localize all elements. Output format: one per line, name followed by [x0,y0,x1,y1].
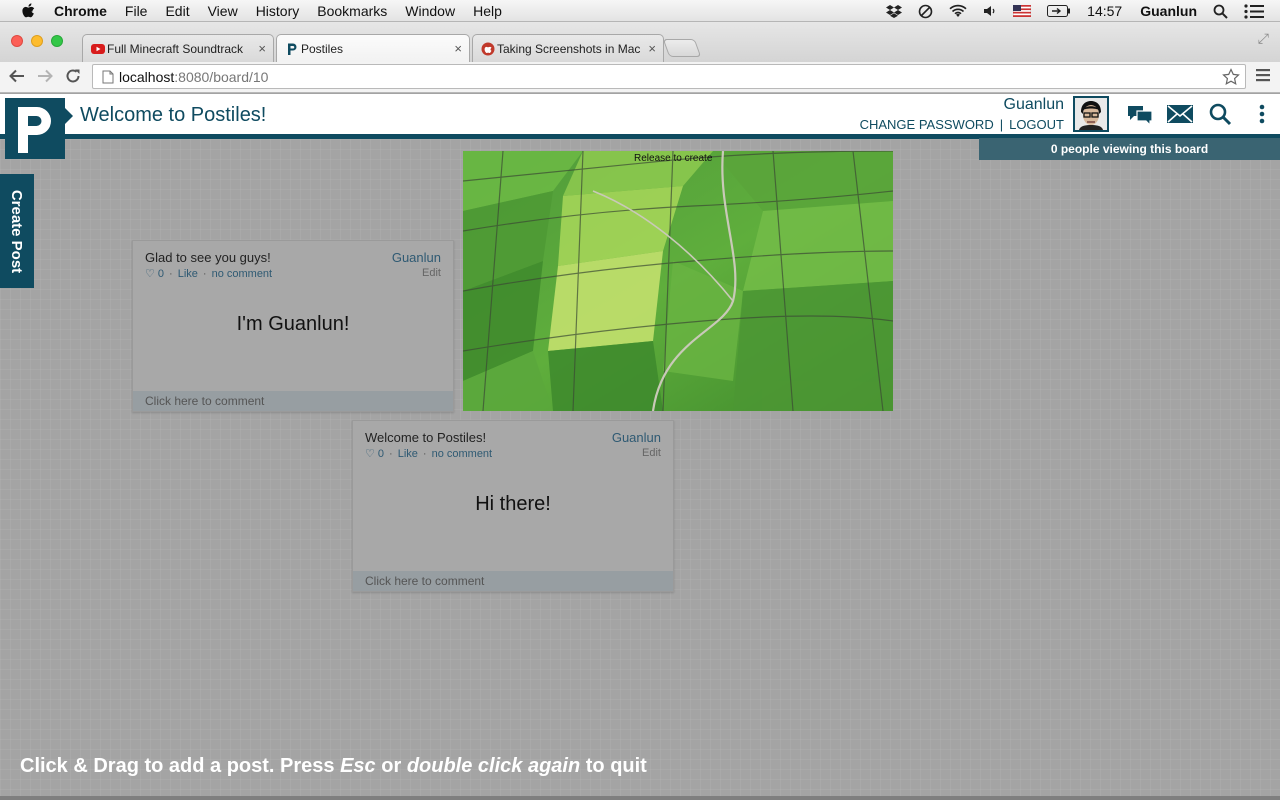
comment-count-link[interactable]: no comment [212,268,273,280]
post-card[interactable]: Glad to see you guys! Guanlun ♡ 0 · Like… [132,240,454,412]
wifi-icon[interactable] [949,4,967,18]
like-count: ♡ 0 [145,268,165,280]
post-author[interactable]: Guanlun [392,250,441,265]
post-title: Glad to see you guys! [145,250,271,265]
new-tab-button[interactable] [662,39,702,57]
avatar[interactable] [1073,96,1109,132]
post-meta: ♡ 0 · Like · no comment [365,447,493,461]
post-title: Welcome to Postiles! [365,430,487,445]
viewers-status-bar: 0 people viewing this board [979,138,1280,160]
hint-esc: Esc [340,755,376,777]
page-icon [102,70,114,87]
us-flag-icon[interactable] [1013,5,1032,17]
volume-icon[interactable] [983,4,997,18]
rice-field-photo[interactable] [463,151,893,411]
dropbox-icon[interactable] [886,4,903,18]
like-link[interactable]: Like [178,268,198,280]
tab-postiles[interactable]: Postiles × [276,34,470,62]
battery-icon[interactable] [1047,5,1071,17]
post-body: I'm Guanlun! [236,313,350,335]
user-name[interactable]: Guanlun [1004,96,1065,114]
instruction-hint: Click & Drag to add a post. Press Esc or… [20,755,647,778]
tab-screenshots[interactable]: Taking Screenshots in Mac × [472,34,664,62]
post-meta: ♡ 0 · Like · no comment [145,267,273,281]
create-post-tab[interactable]: Create Post [0,174,34,288]
reload-icon[interactable] [62,65,84,87]
url-path: :8080/board/10 [174,68,269,85]
address-bar[interactable]: localhost:8080/board/10 [92,64,1246,89]
user-links: CHANGE PASSWORD | LOGOUT [860,117,1064,132]
post-body: Hi there! [475,493,551,515]
like-link[interactable]: Like [398,448,418,460]
mail-icon[interactable] [1165,101,1195,127]
hint-double-click: double click again [406,755,581,777]
tab-label: Full Minecraft Soundtrack [107,41,244,56]
back-arrow-icon[interactable] [6,65,28,87]
hint-text: or [375,755,407,777]
link-separator: | [999,117,1004,132]
window-bottom-edge [0,796,1280,800]
menu-file[interactable]: File [125,3,148,19]
apple-support-icon [481,42,495,56]
avatar-image [1075,98,1107,130]
menu-window[interactable]: Window [405,3,455,19]
close-tab-icon[interactable]: × [454,41,462,56]
postiles-logo[interactable] [5,98,65,159]
forward-arrow-icon[interactable] [34,65,56,87]
comment-count-link[interactable]: no comment [432,448,493,460]
menubar-user[interactable]: Guanlun [1140,3,1197,19]
clock[interactable]: 14:57 [1087,3,1122,19]
edit-link[interactable]: Edit [642,447,661,459]
tab-minecraft[interactable]: Full Minecraft Soundtrack × [82,34,274,62]
url-host: localhost [119,68,175,85]
bookmark-star-icon[interactable] [1222,68,1240,89]
do-not-disturb-icon[interactable] [918,4,933,19]
search-icon[interactable] [1205,101,1235,127]
comment-input[interactable]: Click here to comment [353,571,673,591]
tab-label: Postiles [301,41,344,56]
menu-app-name[interactable]: Chrome [54,3,107,19]
menu-view[interactable]: View [208,3,238,19]
create-post-label: Create Post [8,189,26,273]
post-card[interactable]: Welcome to Postiles! Guanlun ♡ 0 · Like … [352,420,674,592]
menu-help[interactable]: Help [473,3,502,19]
minimize-window-button[interactable] [31,35,43,47]
hint-text: Click & Drag to add a post. Press [20,755,341,777]
tab-label: Taking Screenshots in Mac [497,41,641,56]
close-window-button[interactable] [11,35,23,47]
spotlight-search-icon[interactable] [1213,4,1228,19]
close-tab-icon[interactable]: × [648,41,656,56]
apple-menu-icon[interactable] [20,2,36,19]
change-password-link[interactable]: CHANGE PASSWORD [860,117,994,132]
browser-toolbar: localhost:8080/board/10 [0,62,1280,93]
post-author[interactable]: Guanlun [612,430,661,445]
more-options-icon[interactable] [1247,101,1277,127]
zoom-window-button[interactable] [51,35,63,47]
chrome-menu-icon[interactable] [1256,68,1270,87]
menu-history[interactable]: History [256,3,300,19]
menu-edit[interactable]: Edit [165,3,189,19]
window-controls [11,35,71,47]
close-tab-icon[interactable]: × [258,41,266,56]
youtube-icon [91,42,105,56]
page-title: Welcome to Postiles! [80,104,267,126]
notification-center-icon[interactable] [1244,3,1264,19]
edit-link[interactable]: Edit [422,267,441,279]
like-count: ♡ 0 [365,448,385,460]
chat-bubbles-icon[interactable] [1125,101,1155,127]
logout-link[interactable]: LOGOUT [1009,117,1064,132]
tab-strip: Full Minecraft Soundtrack × Postiles × T… [0,22,1280,62]
menu-bookmarks[interactable]: Bookmarks [317,3,387,19]
mac-menubar: Chrome File Edit View History Bookmarks … [0,0,1280,22]
hint-text: to quit [580,755,647,777]
comment-input[interactable]: Click here to comment [133,391,453,411]
logo-pointer [65,108,73,124]
fullscreen-icon[interactable]: ⤢ [1258,30,1269,47]
postiles-icon [285,42,299,56]
release-hint: Release to create [634,153,713,164]
